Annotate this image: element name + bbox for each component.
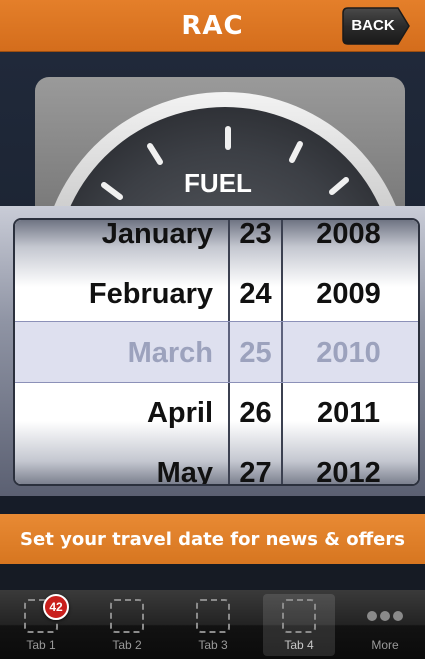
- day-option[interactable]: 23: [230, 220, 281, 264]
- banner-text: Set your travel date for news & offers: [20, 529, 405, 550]
- month-option[interactable]: May: [15, 443, 228, 484]
- tab-3[interactable]: Tab 3: [177, 594, 249, 656]
- date-picker[interactable]: January February March April May 23 24 2…: [13, 218, 420, 486]
- tab-4[interactable]: Tab 4: [263, 594, 335, 656]
- back-button-label: BACK: [351, 17, 395, 34]
- month-option[interactable]: January: [15, 220, 228, 264]
- spacer: [0, 564, 425, 590]
- year-option[interactable]: 2011: [283, 383, 418, 443]
- year-option[interactable]: 2012: [283, 443, 418, 484]
- notification-badge: 42: [43, 594, 69, 620]
- day-option[interactable]: 24: [230, 264, 281, 324]
- back-button[interactable]: BACK: [342, 7, 410, 45]
- app-header: RAC BACK: [0, 0, 425, 52]
- year-option[interactable]: 2008: [283, 220, 418, 264]
- tab-1-label: Tab 1: [26, 638, 56, 652]
- divider-strip: [0, 496, 425, 514]
- promo-banner[interactable]: Set your travel date for news & offers: [0, 514, 425, 564]
- tab-more-label: More: [371, 638, 399, 652]
- tab-2-icon: [110, 599, 144, 633]
- year-option[interactable]: 2009: [283, 264, 418, 324]
- fuel-gauge: FUEL: [0, 52, 425, 222]
- month-option[interactable]: April: [15, 383, 228, 443]
- fuel-gauge-graphic: FUEL: [35, 77, 405, 222]
- month-option[interactable]: February: [15, 264, 228, 324]
- tab-2[interactable]: Tab 2: [91, 594, 163, 656]
- tab-4-icon: [282, 599, 316, 633]
- tab-2-label: Tab 2: [112, 638, 142, 652]
- more-dots-icon: [367, 608, 407, 622]
- tab-4-label: Tab 4: [284, 638, 314, 652]
- selection-indicator: [15, 321, 418, 383]
- tab-more[interactable]: More: [349, 594, 421, 656]
- day-option[interactable]: 26: [230, 383, 281, 443]
- day-option[interactable]: 27: [230, 443, 281, 484]
- gauge-label: FUEL: [184, 168, 252, 198]
- tab-3-label: Tab 3: [198, 638, 228, 652]
- tab-3-icon: [196, 599, 230, 633]
